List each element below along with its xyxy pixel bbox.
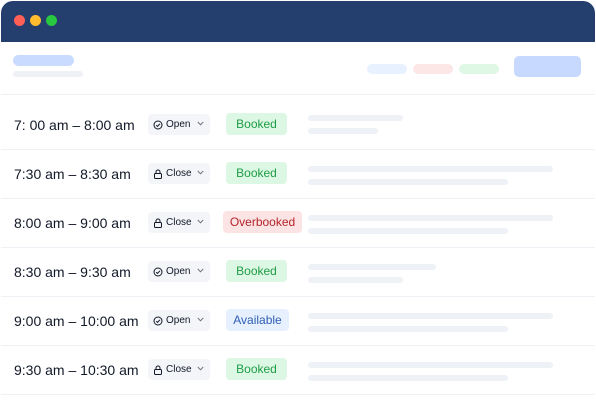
detail-placeholder [308, 313, 553, 319]
filter-pill-booked[interactable] [459, 64, 499, 74]
detail-placeholder [308, 115, 403, 121]
slot-row[interactable]: 8:00 am – 9:00 am Close Overbooked [1, 199, 595, 248]
status-badge: Overbooked [223, 211, 302, 233]
chevron-down-icon [197, 317, 204, 322]
slot-state-dropdown[interactable]: Open [148, 261, 210, 282]
slot-row[interactable]: 7:30 am – 8:30 am Close Booked [1, 150, 595, 199]
title-bar [1, 1, 595, 42]
chevron-down-icon [197, 170, 204, 175]
toolbar [1, 42, 595, 95]
status-badge: Booked [226, 162, 287, 184]
page-subtitle-placeholder [13, 71, 83, 77]
lock-icon [154, 169, 162, 179]
detail-placeholder [308, 326, 508, 332]
slot-state-label: Close [166, 217, 192, 228]
slot-state-label: Close [166, 364, 192, 375]
clock-icon [153, 316, 163, 325]
status-badge: Available [226, 309, 289, 331]
slot-state-label: Open [166, 315, 191, 326]
chevron-down-icon [197, 268, 204, 273]
chevron-down-icon [197, 121, 204, 126]
slot-state-dropdown[interactable]: Open [148, 310, 210, 331]
detail-placeholder [308, 375, 508, 381]
detail-placeholder [308, 264, 436, 270]
lock-icon [154, 218, 162, 228]
slot-time: 9:00 am – 10:00 am [14, 313, 139, 329]
slot-state-dropdown[interactable]: Close [148, 359, 210, 380]
detail-placeholder [308, 166, 553, 172]
minimize-window-button[interactable] [30, 15, 41, 26]
slot-row[interactable]: 9:00 am – 10:00 am Open Available [1, 297, 595, 346]
chevron-down-icon [197, 366, 204, 371]
detail-placeholder [308, 215, 553, 221]
slot-row[interactable]: 7: 00 am – 8:00 am Open Booked [1, 101, 595, 150]
slot-row[interactable]: 9:30 am – 10:30 am Close Booked [1, 346, 595, 395]
slot-time: 9:30 am – 10:30 am [14, 362, 139, 378]
clock-icon [153, 120, 163, 129]
primary-action-button[interactable] [514, 56, 581, 77]
slot-time: 7: 00 am – 8:00 am [14, 117, 135, 133]
filter-pill-overbooked[interactable] [413, 64, 453, 74]
slot-state-label: Open [166, 119, 191, 130]
slot-time: 7:30 am – 8:30 am [14, 166, 131, 182]
detail-placeholder [308, 277, 403, 283]
detail-placeholder [308, 179, 508, 185]
slot-time: 8:00 am – 9:00 am [14, 215, 131, 231]
slot-row[interactable]: 8:30 am – 9:30 am Open Booked [1, 248, 595, 297]
app-window: 7: 00 am – 8:00 am Open Booked 7:30 am –… [1, 1, 595, 406]
status-badge: Booked [226, 113, 287, 135]
status-badge: Booked [226, 260, 287, 282]
slot-state-dropdown[interactable]: Close [148, 163, 210, 184]
chevron-down-icon [197, 219, 204, 224]
maximize-window-button[interactable] [46, 15, 57, 26]
clock-icon [153, 267, 163, 276]
detail-placeholder [308, 128, 378, 134]
slot-state-label: Open [166, 266, 191, 277]
slot-time: 8:30 am – 9:30 am [14, 264, 131, 280]
detail-placeholder [308, 228, 508, 234]
slot-state-dropdown[interactable]: Open [148, 114, 210, 135]
close-window-button[interactable] [14, 15, 25, 26]
page-title-placeholder [13, 55, 74, 66]
filter-pill-available[interactable] [367, 64, 407, 74]
slot-state-label: Close [166, 168, 192, 179]
status-badge: Booked [226, 358, 287, 380]
lock-icon [154, 365, 162, 375]
detail-placeholder [308, 362, 553, 368]
slot-state-dropdown[interactable]: Close [148, 212, 210, 233]
